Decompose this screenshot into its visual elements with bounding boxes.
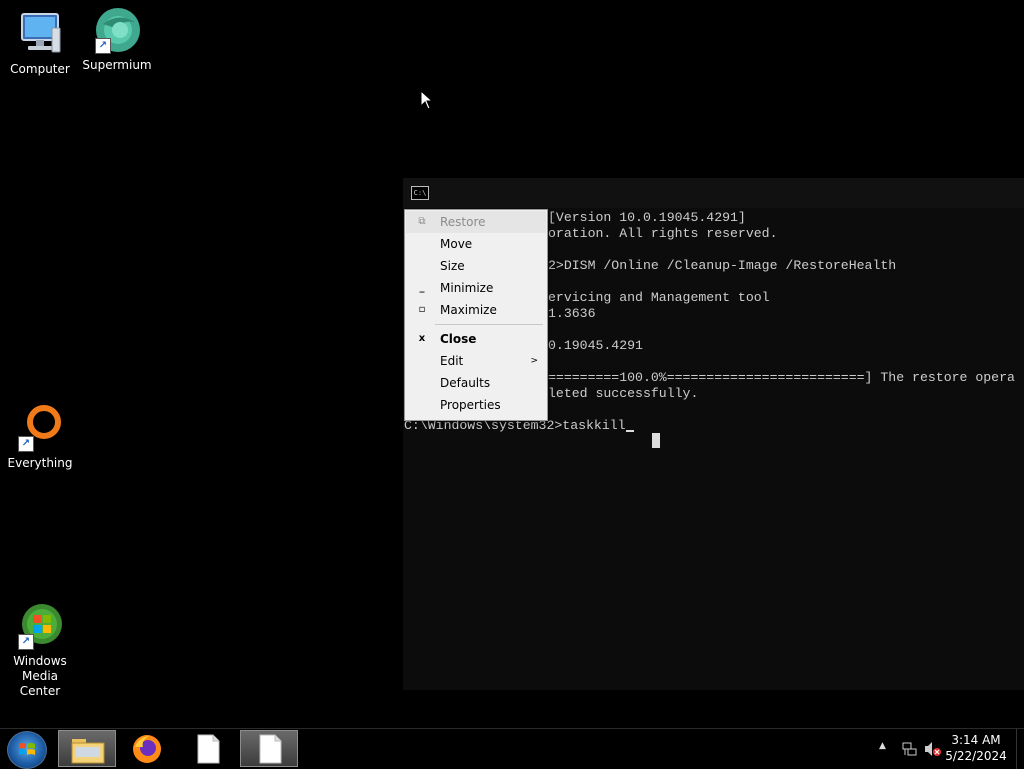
taskbar-document-button[interactable]: [178, 730, 236, 767]
show-desktop-button[interactable]: [1016, 729, 1024, 769]
console-line: 1.3636: [548, 306, 596, 321]
taskbar-explorer-button[interactable]: [58, 730, 116, 767]
menu-item-move[interactable]: Move: [406, 233, 546, 255]
blank-document-icon: [259, 734, 282, 764]
console-app-icon[interactable]: C:\: [411, 186, 429, 200]
desktop-icon-supermium[interactable]: ↗ Supermium: [77, 6, 157, 73]
folder-icon: [71, 739, 105, 764]
menu-item-maximize[interactable]: ▫ Maximize: [406, 299, 546, 321]
menu-item-defaults[interactable]: Defaults: [406, 372, 546, 394]
shortcut-arrow-icon: ↗: [18, 436, 34, 452]
close-icon: x: [418, 333, 426, 344]
computer-icon: [16, 10, 64, 58]
clock-date: 5/22/2024: [945, 749, 1007, 763]
minimize-icon: _: [419, 282, 425, 293]
console-line: ervicing and Management tool: [548, 290, 770, 305]
desktop-icon-everything[interactable]: ↗ Everything: [0, 404, 80, 471]
menu-item-minimize[interactable]: _ Minimize: [406, 277, 546, 299]
desktop-icon-label: Everything: [7, 456, 73, 470]
desktop-icon-label: Computer: [10, 62, 70, 76]
menu-item-close[interactable]: x Close: [406, 328, 546, 350]
window-system-menu: ⧉ Restore Move Size _ Minimize ▫ Maximiz…: [404, 209, 548, 421]
clock-time: 3:14 AM: [951, 733, 1001, 747]
console-titlebar[interactable]: C:\: [403, 178, 1024, 208]
console-line: leted successfully.: [548, 386, 699, 401]
console-line: 2>DISM /Online /Cleanup-Image /RestoreHe…: [548, 258, 897, 273]
taskbar: ▲ 3:14 AM 5/22/2024: [0, 728, 1024, 769]
menu-separator: [435, 324, 543, 325]
taskbar-console-button[interactable]: [240, 730, 298, 767]
windows-logo-icon: [19, 743, 35, 755]
taskbar-firefox-button[interactable]: [118, 730, 176, 767]
mouse-cursor-icon: [420, 90, 434, 110]
console-line: [Version 10.0.19045.4291]: [548, 210, 746, 225]
maximize-icon: ▫: [418, 304, 426, 315]
console-line: 0.19045.4291: [548, 338, 643, 353]
menu-item-restore[interactable]: ⧉ Restore: [406, 211, 546, 233]
desktop-icon-label: Supermium: [82, 58, 152, 72]
show-hidden-icons-icon[interactable]: ▲: [879, 741, 886, 751]
menu-item-properties[interactable]: Properties: [406, 394, 546, 416]
shortcut-arrow-icon: ↗: [95, 38, 111, 54]
desktop-icon-label: Windows Media Center: [13, 654, 67, 698]
console-line: oration. All rights reserved.: [548, 226, 778, 241]
everything-icon: ↗: [16, 404, 64, 452]
start-button[interactable]: [7, 731, 47, 769]
desktop-icon-windows-media-center[interactable]: ↗ Windows Media Center: [0, 602, 80, 699]
menu-item-size[interactable]: Size: [406, 255, 546, 277]
windows-media-center-icon: ↗: [16, 602, 64, 650]
restore-icon: ⧉: [418, 216, 426, 227]
network-icon[interactable]: [901, 741, 917, 757]
menu-item-edit[interactable]: Edit >: [406, 350, 546, 372]
submenu-arrow-icon: >: [530, 356, 538, 366]
blank-document-icon: [197, 734, 220, 764]
console-line: =========100.0%=========================…: [548, 370, 1015, 385]
system-clock[interactable]: 3:14 AM 5/22/2024: [944, 732, 1008, 764]
volume-muted-icon[interactable]: [924, 741, 942, 757]
supermium-icon: ↗: [93, 6, 141, 54]
block-cursor: [652, 433, 660, 448]
shortcut-arrow-icon: ↗: [18, 634, 34, 650]
firefox-icon: [133, 735, 161, 763]
desktop-icon-computer[interactable]: Computer: [0, 10, 80, 77]
text-caret: [625, 430, 634, 432]
